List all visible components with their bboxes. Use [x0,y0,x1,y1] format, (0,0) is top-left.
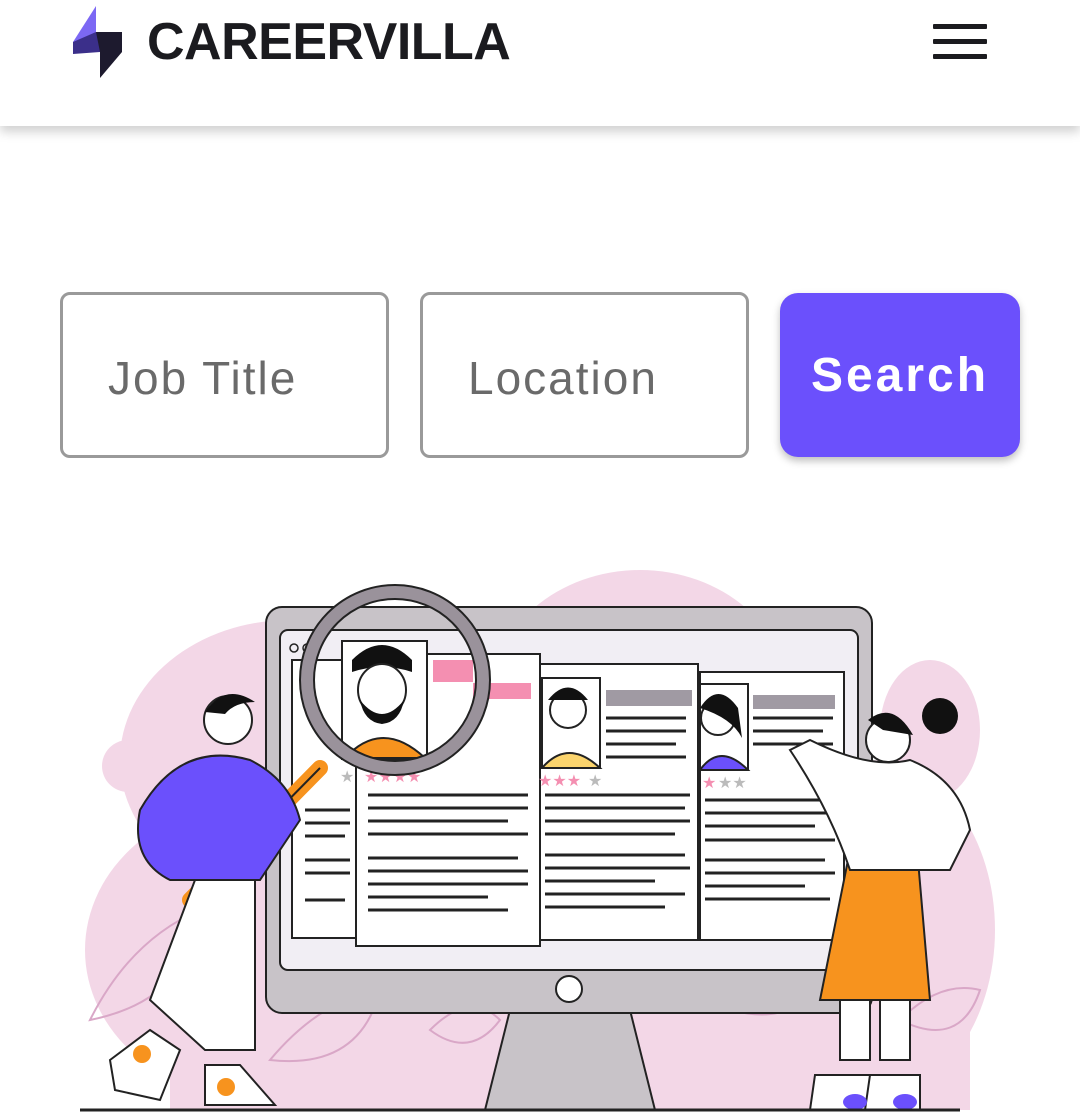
menu-bar [933,24,987,29]
svg-text:★: ★ [702,773,716,792]
location-input[interactable] [423,295,746,455]
job-title-field[interactable] [60,292,389,458]
app-header: CAREERVILLA [0,0,1080,126]
search-button[interactable]: Search [780,293,1020,457]
brand-name[interactable]: CAREERVILLA [147,12,511,72]
recruiter-resume-search-illustration: ★★★★ ★ ★★★ ★ ★ ★★ [80,570,995,1112]
careervilla-logo-icon[interactable] [70,2,124,80]
menu-bar [933,54,987,59]
svg-text:★: ★ [588,771,602,790]
location-field[interactable] [420,292,749,458]
hamburger-menu-icon[interactable] [926,16,994,68]
menu-bar [933,39,987,44]
svg-text:★: ★ [340,767,354,786]
svg-text:★★: ★★ [718,773,747,792]
job-title-input[interactable] [63,295,386,455]
svg-text:★★★: ★★★ [538,771,581,790]
